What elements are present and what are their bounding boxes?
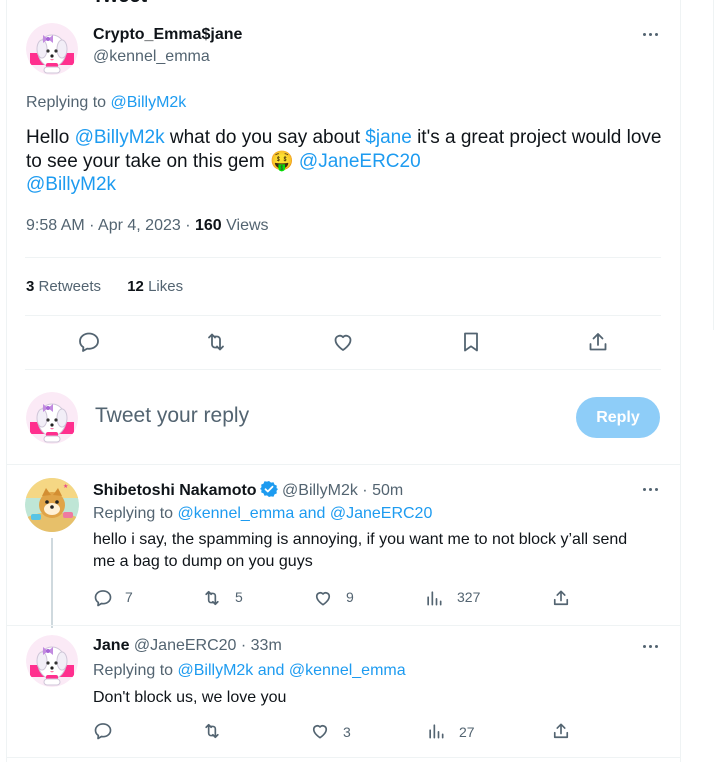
more-options-icon[interactable] [641, 479, 661, 499]
more-options-icon[interactable] [641, 636, 661, 656]
replying-to-prefix: Replying to [93, 662, 178, 679]
divider [7, 464, 681, 465]
like-icon[interactable] [312, 587, 334, 609]
reply-icon[interactable] [92, 587, 114, 609]
replying-to-prefix: Replying to [26, 94, 107, 111]
likes-stat[interactable]: 12 Likes [127, 278, 183, 295]
share-icon[interactable] [550, 587, 572, 609]
reply-header: Jane @JaneERC20 · 33m [93, 637, 282, 655]
verified-badge-icon [259, 480, 278, 498]
replying-to-mention[interactable]: @BillyM2k [111, 94, 187, 111]
author-name[interactable]: Crypto_Emma$jane [93, 26, 242, 44]
like-count: 9 [346, 589, 354, 605]
reply-author-handle[interactable]: @BillyM2k [282, 482, 358, 499]
reply-header: Shibetoshi Nakamoto @BillyM2k · 50m [93, 480, 403, 500]
like-icon[interactable] [329, 328, 357, 356]
likes-count: 12 [127, 278, 144, 295]
reply-time[interactable]: · 33m [236, 637, 282, 654]
reply-count: 7 [125, 589, 133, 605]
replying-to-prefix: Replying to [93, 505, 178, 522]
analytics-icon[interactable] [423, 587, 445, 609]
money-face-emoji: 🤑 [269, 150, 294, 172]
likes-label: Likes [143, 278, 184, 295]
replying-to-line: Replying to @kennel_emma and @JaneERC20 [93, 505, 432, 523]
mention-link[interactable]: @JaneERC20 [299, 151, 421, 172]
view-count: 327 [457, 589, 481, 605]
reply-button-label: Reply [596, 408, 640, 426]
retweet-icon[interactable] [201, 720, 223, 742]
reply-time[interactable]: · 50m [358, 482, 403, 499]
reply-icon[interactable] [92, 720, 114, 742]
tweet-timestamp: 9:58 AM · Apr 4, 2023 · 160 Views [26, 217, 269, 235]
reply-icon[interactable] [75, 328, 103, 356]
divider [25, 315, 661, 316]
analytics-icon[interactable] [425, 720, 447, 742]
tweet-text-part: what do you say about [164, 127, 366, 148]
author-handle[interactable]: @kennel_emma [93, 48, 210, 66]
more-options-icon[interactable] [641, 24, 661, 44]
cashtag-link[interactable]: $jane [365, 127, 412, 148]
retweet-count: 5 [235, 589, 243, 605]
engagement-stats: 3 Retweets 12 Likes [26, 278, 183, 295]
bookmark-icon[interactable] [457, 328, 485, 356]
retweets-label: Retweets [34, 278, 102, 295]
tweet-text: Hello @BillyM2k what do you say about $j… [26, 126, 666, 197]
retweet-icon[interactable] [202, 328, 230, 356]
share-icon[interactable] [550, 720, 572, 742]
reply-button[interactable]: Reply [576, 397, 660, 438]
divider [25, 369, 661, 370]
mention-link[interactable]: @BillyM2k [26, 174, 116, 195]
divider [7, 625, 681, 626]
reply-composer-input[interactable]: Tweet your reply [95, 404, 555, 428]
reply-author-name[interactable]: Shibetoshi Nakamoto [93, 482, 257, 499]
views-label: Views [221, 217, 269, 234]
replying-to-mentions[interactable]: @kennel_emma and @JaneERC20 [178, 505, 433, 522]
page-title: Tweet [92, 0, 147, 8]
like-icon[interactable] [309, 720, 331, 742]
replying-to-line: Replying to @BillyM2k [26, 94, 186, 112]
reply-text: hello i say, the spamming is annoying, i… [93, 531, 628, 570]
like-count: 3 [343, 724, 351, 740]
avatar[interactable] [26, 392, 78, 444]
svg-text:★: ★ [63, 483, 68, 490]
sidebar-divider [713, 0, 714, 330]
divider [7, 757, 681, 758]
divider [25, 257, 661, 258]
retweet-icon[interactable] [201, 587, 223, 609]
avatar[interactable] [26, 635, 78, 687]
views-count: 160 [194, 217, 222, 234]
avatar[interactable]: ★ [25, 478, 79, 532]
replying-to-line: Replying to @BillyM2k and @kennel_emma [93, 662, 406, 680]
reply-author-name[interactable]: Jane [93, 637, 129, 654]
thread-line [51, 538, 53, 628]
replying-to-mentions[interactable]: @BillyM2k and @kennel_emma [178, 662, 406, 679]
reply-author-handle[interactable]: @JaneERC20 [134, 637, 237, 654]
view-count: 27 [459, 724, 475, 740]
retweets-stat[interactable]: 3 Retweets [26, 278, 101, 295]
avatar[interactable] [26, 23, 78, 75]
timestamp-text[interactable]: 9:58 AM · Apr 4, 2023 · [26, 217, 195, 234]
mention-link[interactable]: @BillyM2k [75, 127, 165, 148]
share-icon[interactable] [584, 328, 612, 356]
reply-text: Don't block us, we love you [93, 689, 287, 706]
tweet-text-part: Hello [26, 127, 75, 148]
